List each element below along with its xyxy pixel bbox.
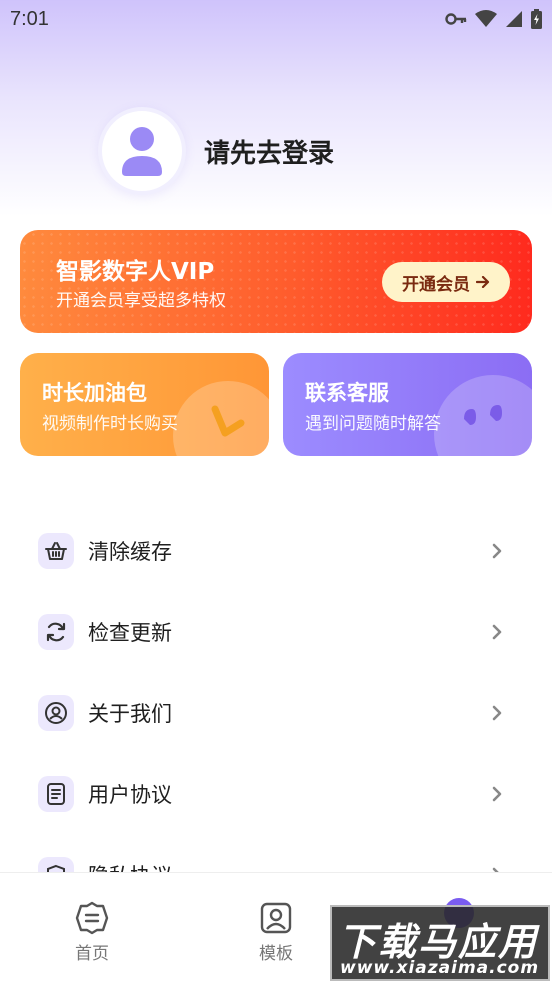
status-icons [445, 9, 542, 29]
watermark-url: www.xiazaima.com [340, 958, 540, 978]
menu-item-check-update[interactable]: 检查更新 [0, 591, 552, 673]
signal-icon [506, 11, 522, 27]
chevron-right-icon [492, 543, 502, 559]
basket-icon [38, 533, 74, 569]
duration-pack-subtitle: 视频制作时长购买 [42, 414, 178, 434]
customer-service-subtitle: 遇到问题随时解答 [305, 414, 441, 434]
status-time: 7:01 [10, 7, 49, 30]
battery-icon [531, 9, 542, 29]
refresh-icon [38, 614, 74, 650]
key-icon [445, 13, 467, 25]
tab-templates-label: 模板 [259, 944, 293, 964]
watermark: 下载马应用 www.xiazaima.com [330, 905, 550, 981]
user-avatar-icon [122, 127, 162, 176]
profile-login[interactable]: 请先去登录 [98, 107, 334, 195]
clock-icon [211, 405, 245, 437]
vip-subtitle: 开通会员享受超多特权 [56, 291, 226, 311]
chevron-right-icon [492, 786, 502, 802]
home-icon [75, 901, 109, 935]
menu-label-check-update: 检查更新 [88, 621, 172, 645]
tab-home-label: 首页 [75, 944, 109, 964]
vip-card[interactable]: 智影数字人VIP 开通会员享受超多特权 开通会员 [20, 230, 532, 333]
duration-pack-title: 时长加油包 [42, 381, 147, 405]
chat-face-icon [464, 405, 502, 425]
open-membership-label: 开通会员 [402, 274, 470, 295]
chevron-right-icon [492, 624, 502, 640]
menu-item-clear-cache[interactable]: 清除缓存 [0, 510, 552, 592]
menu-label-user-agreement: 用户协议 [88, 783, 172, 807]
document-icon [38, 776, 74, 812]
template-icon [260, 902, 292, 934]
duration-pack-card[interactable]: 时长加油包 视频制作时长购买 [20, 353, 269, 456]
tab-home[interactable]: 首页 [0, 873, 184, 983]
open-membership-button[interactable]: 开通会员 [382, 262, 510, 302]
arrow-right-icon [476, 276, 490, 288]
avatar[interactable] [98, 107, 186, 195]
menu-item-user-agreement[interactable]: 用户协议 [0, 753, 552, 835]
login-prompt[interactable]: 请先去登录 [204, 133, 334, 170]
menu-label-clear-cache: 清除缓存 [88, 540, 172, 564]
menu-label-about-us: 关于我们 [88, 702, 172, 726]
customer-service-title: 联系客服 [305, 381, 389, 405]
menu-item-about-us[interactable]: 关于我们 [0, 672, 552, 754]
vip-title: 智影数字人VIP [56, 259, 215, 285]
wifi-icon [475, 10, 497, 27]
status-bar: 7:01 [0, 0, 552, 38]
user-circle-icon [38, 695, 74, 731]
customer-service-card[interactable]: 联系客服 遇到问题随时解答 [283, 353, 532, 456]
chevron-right-icon [492, 705, 502, 721]
